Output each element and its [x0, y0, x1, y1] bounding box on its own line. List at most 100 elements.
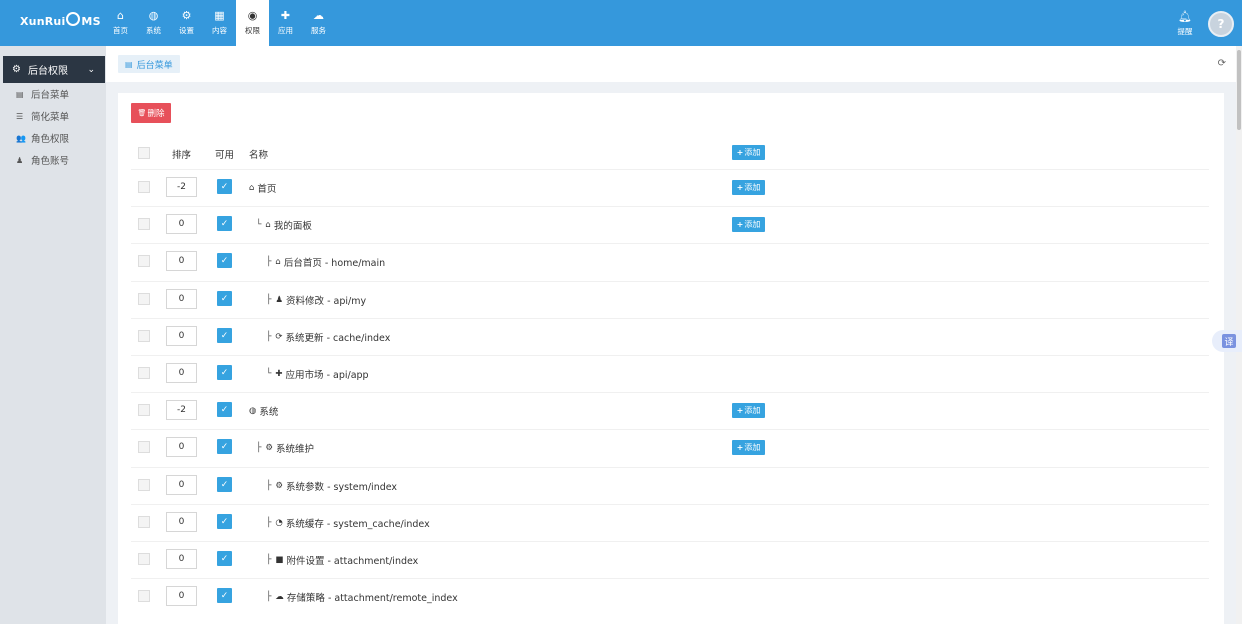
enabled-checkbox[interactable]: ✓: [217, 439, 232, 454]
header-order: 排序: [172, 150, 192, 161]
nav-item-1[interactable]: ◍ 系统: [137, 0, 170, 46]
row-divider: [131, 541, 1209, 542]
translate-icon: 译: [1222, 334, 1236, 348]
translate-widget[interactable]: 译: [1212, 330, 1242, 352]
enabled-checkbox[interactable]: ✓: [217, 291, 232, 306]
nav-item-3[interactable]: ▦ 内容: [203, 0, 236, 46]
sidebar-item-label: 后台菜单: [31, 90, 70, 101]
order-input[interactable]: 0: [166, 475, 197, 495]
menu-name-label: 存储策略 - attachment/remote_index: [286, 593, 458, 604]
header-name: 名称: [249, 150, 269, 161]
breadcrumb[interactable]: ▤ 后台菜单: [118, 55, 180, 73]
breadcrumb-bar: ▤ 后台菜单 ⟳: [106, 46, 1242, 82]
nav-item-label: 系统: [146, 26, 161, 35]
logo-text-left: XunRui: [20, 14, 66, 28]
row-checkbox[interactable]: [138, 516, 150, 528]
row-checkbox[interactable]: [138, 293, 150, 305]
menu-name: ├ ⌂ 后台首页 - home/main: [266, 255, 385, 269]
order-input[interactable]: 0: [166, 512, 197, 532]
order-input[interactable]: 0: [166, 251, 197, 271]
order-input[interactable]: 0: [166, 549, 197, 569]
row-divider: [131, 392, 1209, 393]
add-top-button[interactable]: + 添加: [732, 145, 765, 160]
sidebar-item-0[interactable]: ▤ 后台菜单: [16, 87, 70, 102]
menu-name-label: 系统参数 - system/index: [286, 482, 398, 493]
row-checkbox[interactable]: [138, 255, 150, 267]
add-child-button[interactable]: + 添加: [732, 180, 765, 195]
enabled-checkbox[interactable]: ✓: [217, 328, 232, 343]
order-input[interactable]: -2: [166, 177, 197, 197]
sidebar: ⚙ 后台权限 ⌄ ▤ 后台菜单 ☰ 简化菜单 👥 角色权限 ♟ 角色账号: [0, 46, 106, 624]
row-checkbox[interactable]: [138, 479, 150, 491]
nav-item-2[interactable]: ⚙ 设置: [170, 0, 203, 46]
sidebar-item-2[interactable]: 👥 角色权限: [16, 131, 70, 146]
row-checkbox[interactable]: [138, 590, 150, 602]
row-divider: [131, 355, 1209, 356]
menu-name: └ ⌂ 我的面板: [256, 218, 312, 232]
enabled-checkbox[interactable]: ✓: [217, 402, 232, 417]
menu-panel: 🗑 删除 排序 可用 名称 + 添加 -2 ✓ ⌂ 首页 + 添加 0 ✓ └ ⌂ 我的面板 + 添加 0 ✓ ├…: [118, 93, 1224, 624]
row-checkbox[interactable]: [138, 441, 150, 453]
tree-connector: └: [256, 220, 262, 230]
list-icon: ☰: [16, 111, 24, 121]
row-checkbox[interactable]: [138, 404, 150, 416]
scrollbar-thumb[interactable]: [1237, 50, 1241, 130]
globe-icon: ◍: [148, 9, 159, 22]
nav-item-5[interactable]: ✚ 应用: [269, 0, 302, 46]
avatar[interactable]: ?: [1208, 11, 1234, 37]
tree-connector: ├: [266, 481, 272, 491]
enabled-checkbox[interactable]: ✓: [217, 253, 232, 268]
avatar-glyph: ?: [1217, 17, 1225, 31]
order-input[interactable]: -2: [166, 400, 197, 420]
row-checkbox[interactable]: [138, 553, 150, 565]
order-input[interactable]: 0: [166, 363, 197, 383]
row-checkbox[interactable]: [138, 181, 150, 193]
row-checkbox[interactable]: [138, 218, 150, 230]
delete-label: 删除: [147, 109, 165, 119]
notify-button[interactable]: 🔔︎ 提醒: [1176, 10, 1194, 37]
nav-item-6[interactable]: ☁ 服务: [302, 0, 335, 46]
order-input[interactable]: 0: [166, 437, 197, 457]
enabled-checkbox[interactable]: ✓: [217, 216, 232, 231]
tree-connector: ├: [266, 257, 272, 267]
menu-name: ├ ◔ 系统缓存 - system_cache/index: [266, 516, 430, 530]
refresh-icon[interactable]: ⟳: [1218, 58, 1226, 69]
user-icon: ♟: [275, 295, 284, 305]
order-input[interactable]: 0: [166, 214, 197, 234]
sidebar-item-1[interactable]: ☰ 简化菜单: [16, 109, 69, 124]
add-child-button[interactable]: + 添加: [732, 403, 765, 418]
home-icon: ⌂: [265, 220, 271, 230]
grid-icon: ▦: [214, 9, 225, 22]
tree-connector: ├: [266, 518, 272, 528]
enabled-checkbox[interactable]: ✓: [217, 551, 232, 566]
nav-item-4[interactable]: ◉ 权限: [236, 0, 269, 46]
delete-button[interactable]: 🗑 删除: [131, 103, 171, 123]
sidebar-item-3[interactable]: ♟ 角色账号: [16, 153, 70, 168]
refresh-icon: ⟳: [275, 332, 283, 342]
enabled-checkbox[interactable]: ✓: [217, 179, 232, 194]
enabled-checkbox[interactable]: ✓: [217, 365, 232, 380]
sidebar-item-label: 角色账号: [31, 156, 70, 167]
order-input[interactable]: 0: [166, 586, 197, 606]
select-all-checkbox[interactable]: [138, 147, 150, 159]
row-divider: [131, 429, 1209, 430]
tree-connector: ├: [266, 555, 272, 565]
sidebar-item-label: 角色权限: [31, 134, 70, 145]
logo[interactable]: XunRui MS: [20, 12, 101, 28]
row-checkbox[interactable]: [138, 367, 150, 379]
list-alt-icon: ▤: [16, 89, 24, 99]
nav-item-label: 权限: [245, 26, 260, 35]
nav-item-0[interactable]: ⌂ 首页: [104, 0, 137, 46]
order-input[interactable]: 0: [166, 289, 197, 309]
menu-name-label: 系统缓存 - system_cache/index: [285, 519, 430, 530]
enabled-checkbox[interactable]: ✓: [217, 588, 232, 603]
sidebar-section-header[interactable]: ⚙ 后台权限 ⌄: [3, 56, 105, 83]
order-input[interactable]: 0: [166, 326, 197, 346]
add-child-button[interactable]: + 添加: [732, 217, 765, 232]
enabled-checkbox[interactable]: ✓: [217, 477, 232, 492]
trash-icon: 🗑: [137, 109, 147, 117]
row-checkbox[interactable]: [138, 330, 150, 342]
enabled-checkbox[interactable]: ✓: [217, 514, 232, 529]
add-child-button[interactable]: + 添加: [732, 440, 765, 455]
logo-ring-icon: [66, 12, 81, 26]
